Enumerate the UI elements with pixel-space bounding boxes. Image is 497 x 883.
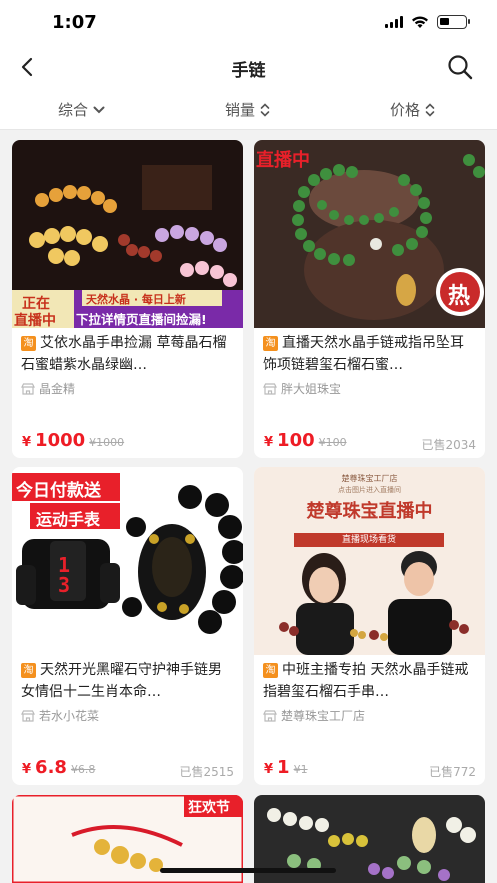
sold-count: 已售2515 — [179, 765, 234, 779]
sort-updown-icon — [260, 102, 270, 117]
product-card[interactable]: 直播中 热 淘直播天然水晶手链戒指吊坠耳饰项链碧玺石榴石蜜… 胖大姐珠宝 ¥10… — [254, 140, 485, 458]
sold-count: 已售2034 — [421, 438, 476, 452]
promo-line2: 运动手表 — [36, 510, 101, 529]
product-name[interactable]: 淘直播天然水晶手链戒指吊坠耳饰项链碧玺石榴石蜜… — [263, 332, 476, 376]
original-price: ¥1 — [293, 763, 308, 776]
chevron-down-icon — [93, 106, 105, 113]
shop-name[interactable]: 若水小花菜 — [21, 707, 99, 724]
hot-badge: 热 — [448, 284, 471, 309]
shop-icon — [21, 382, 35, 395]
product-name[interactable]: 淘天然开光黑曜石守护神手链男女情侣十二生肖本命… — [21, 659, 234, 703]
watch-display: 13 — [58, 553, 71, 597]
product-name[interactable]: 淘艾依水晶手串捡漏 草莓晶石榴石蜜蜡紫水晶绿幽… — [21, 332, 234, 376]
platform-badge: 淘 — [263, 336, 278, 351]
sort-sales-label: 销量 — [225, 101, 256, 119]
product-image[interactable]: 直播中 热 — [254, 140, 485, 328]
platform-badge: 淘 — [263, 663, 278, 678]
product-price: ¥6.8 ¥6.8 — [22, 757, 96, 778]
product-name[interactable]: 淘中班主播专拍 天然水晶手链戒指碧玺石榴石手串… — [263, 659, 476, 703]
product-card[interactable]: 正在 直播中 天然水晶 · 每日上新 下拉详情页直播间捡漏! 淘艾依水晶手串捡漏… — [12, 140, 243, 458]
product-price: ¥100 ¥100 — [264, 430, 347, 451]
status-bar: 1:07 — [0, 0, 497, 46]
platform-badge: 淘 — [21, 336, 36, 351]
original-price: ¥1000 — [89, 436, 125, 449]
search-icon[interactable] — [445, 52, 475, 82]
shop-name[interactable]: 楚尊珠宝工厂店 — [263, 707, 365, 724]
sort-bar: 综合 销量 价格 — [0, 90, 497, 130]
sort-comprehensive[interactable]: 综合 — [58, 99, 105, 120]
platform-badge: 淘 — [21, 663, 36, 678]
shop-icon — [263, 709, 277, 722]
signal-icon — [385, 16, 403, 28]
image-strip: 直播现场看货 — [341, 535, 396, 545]
image-shop-label: 楚尊珠宝工厂店 — [341, 474, 398, 483]
sort-comprehensive-label: 综合 — [58, 101, 89, 119]
live-badge-line2: 直播中 — [14, 313, 56, 328]
festival-tag: 狂欢节 — [188, 800, 230, 816]
page-title: 手链 — [231, 61, 266, 81]
battery-icon — [437, 15, 470, 29]
product-price: ¥1000 ¥1000 — [22, 430, 125, 451]
home-indicator[interactable] — [160, 868, 336, 873]
image-banner-top: 天然水晶 · 每日上新 — [86, 293, 186, 306]
image-subtitle: 点击图片进入直播间 — [338, 486, 401, 494]
image-banner-bottom: 下拉详情页直播间捡漏! — [76, 312, 207, 327]
promo-line1: 今日付款送 — [16, 481, 101, 501]
original-price: ¥6.8 — [70, 763, 96, 776]
shop-name[interactable]: 胖大姐珠宝 — [263, 380, 341, 397]
product-image[interactable]: 正在 直播中 天然水晶 · 每日上新 下拉详情页直播间捡漏! — [12, 140, 243, 328]
image-headline: 楚尊珠宝直播中 — [306, 501, 433, 522]
product-card[interactable]: 楚尊珠宝工厂店 点击图片进入直播间 楚尊珠宝直播中 直播现场看货 淘中班主播专拍… — [254, 467, 485, 785]
original-price: ¥100 — [318, 436, 347, 449]
sort-sales[interactable]: 销量 — [225, 99, 270, 120]
sold-count: 已售772 — [429, 765, 476, 779]
product-image[interactable]: 今日付款送 运动手表 13 — [12, 467, 243, 655]
shop-icon — [21, 709, 35, 722]
sort-updown-icon — [425, 102, 435, 117]
wifi-icon — [412, 16, 428, 28]
shop-icon — [263, 382, 277, 395]
product-image[interactable]: 楚尊珠宝工厂店 点击图片进入直播间 楚尊珠宝直播中 直播现场看货 — [254, 467, 485, 655]
status-icons — [385, 15, 470, 29]
sort-price-label: 价格 — [390, 101, 421, 119]
shop-name[interactable]: 晶金精 — [21, 380, 75, 397]
status-time: 1:07 — [52, 12, 97, 33]
live-label: 直播中 — [256, 150, 310, 171]
product-card[interactable]: 今日付款送 运动手表 13 淘天然开光黑曜石守护神手链男女情侣十二生肖本命… 若… — [12, 467, 243, 785]
sort-price[interactable]: 价格 — [390, 99, 435, 120]
product-price: ¥1 ¥1 — [264, 757, 308, 778]
nav-bar: 手链 — [0, 46, 497, 90]
